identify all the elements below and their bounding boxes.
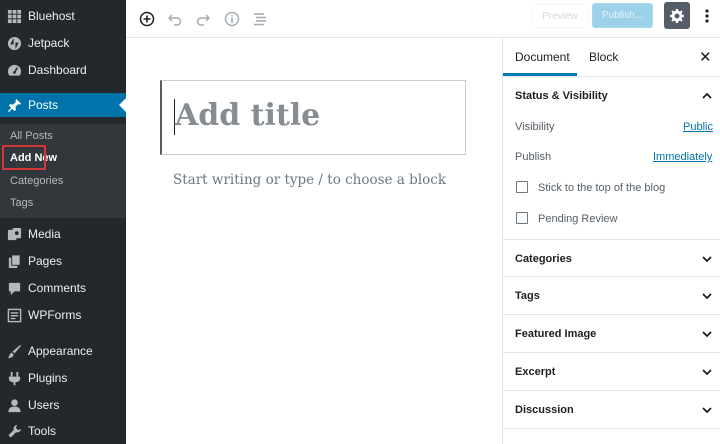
block-appender[interactable]: Start writing or type / to choose a bloc…: [173, 172, 446, 188]
jetpack-icon: [0, 36, 28, 51]
sticky-label: Stick to the top of the blog: [538, 182, 666, 194]
sidebar-item-dashboard[interactable]: Dashboard: [0, 58, 126, 82]
visibility-toggle[interactable]: Public: [683, 121, 713, 133]
divider: [503, 276, 720, 277]
sidebar-item-posts[interactable]: Posts: [0, 93, 126, 117]
pending-review-checkbox[interactable]: [516, 212, 528, 224]
chevron-down-icon[interactable]: [702, 329, 712, 339]
editor-toolbar: Preview Publish...: [126, 0, 720, 38]
sidebar-item-label: Bluehost: [28, 9, 75, 23]
sidebar-item-label: Appearance: [28, 344, 93, 358]
sidebar-item-label: Users: [28, 398, 60, 412]
info-icon[interactable]: [219, 6, 245, 32]
sidebar-item-label: Media: [28, 227, 61, 241]
active-tab-indicator: [503, 73, 577, 76]
sidebar-item-label: Plugins: [28, 371, 68, 385]
grid-icon: [0, 9, 28, 24]
sidebar-item-tools[interactable]: Tools: [0, 419, 126, 443]
publish-label: Publish: [515, 151, 552, 163]
chevron-down-icon[interactable]: [702, 405, 712, 415]
plugin-icon: [0, 371, 28, 386]
sidebar-item-label: Pages: [28, 254, 63, 268]
divider: [503, 390, 720, 391]
sidebar-item-plugins[interactable]: Plugins: [0, 366, 126, 390]
active-indicator: [119, 98, 126, 112]
media-icon: [0, 227, 28, 242]
divider: [503, 314, 720, 315]
sidebar-item-label: Dashboard: [28, 63, 87, 77]
editor-canvas: Add title Start writing or type / to cho…: [126, 38, 502, 444]
publish-date-toggle[interactable]: Immediately: [653, 151, 712, 163]
sidebar-item-appearance[interactable]: Appearance: [0, 339, 126, 363]
section-discussion[interactable]: Discussion: [515, 404, 574, 416]
settings-sidebar: Document Block ✕ Status & Visibility Vis…: [502, 38, 720, 444]
divider: [503, 428, 720, 429]
sidebar-item-label: WPForms: [28, 308, 82, 322]
section-tags[interactable]: Tags: [515, 290, 540, 302]
gear-icon: [670, 8, 684, 23]
sidebar-item-media[interactable]: Media: [0, 222, 126, 246]
section-featured-image[interactable]: Featured Image: [515, 328, 596, 340]
settings-button[interactable]: [664, 2, 690, 29]
sidebar-item-bluehost[interactable]: Bluehost: [0, 4, 126, 28]
divider: [503, 352, 720, 353]
undo-icon[interactable]: [162, 6, 188, 32]
panel-tabs: Document Block ✕: [503, 38, 720, 77]
sidebar-item-label: Jetpack: [28, 36, 70, 50]
paintbrush-icon: [0, 344, 28, 359]
sticky-checkbox[interactable]: [516, 181, 528, 193]
sidebar-item-label: Tools: [28, 424, 57, 438]
submenu-tags[interactable]: Tags: [10, 197, 33, 209]
block-navigation-icon[interactable]: [247, 6, 273, 32]
chevron-down-icon[interactable]: [702, 291, 712, 301]
sidebar-item-users[interactable]: Users: [0, 393, 126, 417]
sidebar-item-label: Comments: [28, 281, 87, 295]
status-visibility-header[interactable]: Status & Visibility: [515, 90, 608, 102]
redo-icon[interactable]: [190, 6, 216, 32]
pages-icon: [0, 253, 28, 269]
chevron-down-icon[interactable]: [702, 367, 712, 377]
tab-block[interactable]: Block: [589, 50, 618, 64]
add-new-highlight: [2, 145, 46, 170]
tab-document[interactable]: Document: [515, 50, 570, 64]
wrench-icon: [0, 424, 28, 439]
users-icon: [0, 398, 28, 413]
more-vertical-icon: [705, 9, 709, 23]
section-excerpt[interactable]: Excerpt: [515, 366, 555, 378]
pending-review-label: Pending Review: [538, 213, 618, 225]
post-title-field[interactable]: Add title: [160, 80, 466, 155]
sidebar-item-wpforms[interactable]: WPForms: [0, 303, 126, 327]
pin-icon: [0, 98, 28, 113]
sidebar-item-comments[interactable]: Comments: [0, 276, 126, 300]
submenu-categories[interactable]: Categories: [10, 175, 63, 187]
chevron-up-icon[interactable]: [702, 91, 712, 101]
divider: [503, 239, 720, 240]
section-categories[interactable]: Categories: [515, 253, 572, 265]
add-block-icon[interactable]: [134, 6, 160, 32]
title-placeholder: Add title: [175, 98, 321, 133]
chevron-down-icon[interactable]: [702, 254, 712, 264]
wpforms-icon: [0, 308, 28, 323]
sidebar-item-label: Posts: [28, 98, 59, 112]
visibility-label: Visibility: [515, 121, 555, 133]
preview-button[interactable]: Preview: [532, 4, 588, 28]
comments-icon: [0, 281, 28, 296]
sidebar-item-jetpack[interactable]: Jetpack: [0, 31, 126, 55]
dashboard-icon: [0, 63, 28, 78]
submenu-all-posts[interactable]: All Posts: [10, 130, 53, 142]
publish-button[interactable]: Publish...: [592, 3, 653, 28]
close-icon[interactable]: ✕: [699, 48, 712, 66]
sidebar-item-pages[interactable]: Pages: [0, 249, 126, 273]
more-menu-button[interactable]: [698, 4, 716, 28]
admin-sidebar: Bluehost Jetpack Dashboard Posts All Pos…: [0, 0, 126, 444]
